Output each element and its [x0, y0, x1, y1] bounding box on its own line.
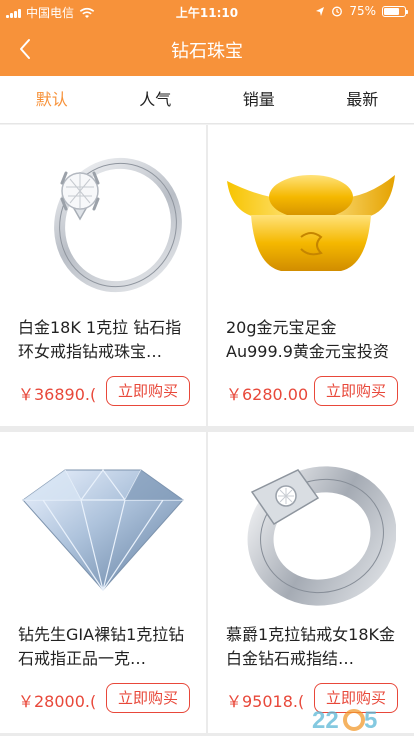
buy-now-button[interactable]: 立即购买: [314, 376, 398, 406]
product-card[interactable]: 白金18K 1克拉 钻石指环女戒指钻戒珠宝… ￥36890.( 立即购买: [0, 125, 206, 426]
product-name: 慕爵1克拉钻戒女18K金白金钻石戒指结…: [226, 624, 396, 668]
tab-popularity[interactable]: 人气: [104, 76, 208, 123]
alarm-icon: [332, 6, 343, 17]
page-title: 钻石珠宝: [171, 41, 243, 62]
nav-bar: 钻石珠宝: [0, 22, 414, 76]
svg-text:5: 5: [364, 707, 377, 734]
status-bar: 中国电信 上午11:10 75%: [0, 0, 414, 22]
men-ring-icon: [247, 465, 396, 606]
battery-icon: [382, 5, 408, 17]
product-image[interactable]: [208, 432, 414, 618]
product-name: 20g金元宝足金Au999.9黄金元宝投资黄金: [226, 318, 389, 361]
app: 中国电信 上午11:10 75% 钻石珠宝 默认 人气 销量 最新 白金18K …: [0, 0, 414, 736]
product-price: ￥36890.(: [18, 385, 97, 404]
location-arrow-icon: [316, 6, 325, 16]
loose-diamond-icon: [22, 468, 184, 591]
top-bar: 中国电信 上午11:10 75% 钻石珠宝: [0, 0, 414, 76]
product-image[interactable]: [208, 125, 414, 311]
product-image[interactable]: [0, 432, 206, 618]
svg-text:22: 22: [312, 707, 339, 734]
product-card[interactable]: 20g金元宝足金Au999.9黄金元宝投资黄金 ￥6280.00 立即购买: [208, 125, 414, 426]
watermark-logo-icon: 22 5: [312, 707, 377, 734]
buy-now-button[interactable]: 立即购买: [106, 376, 190, 406]
product-name: 白金18K 1克拉 钻石指环女戒指钻戒珠宝…: [18, 318, 182, 361]
battery-percent: 75%: [349, 4, 376, 18]
buy-now-button[interactable]: 立即购买: [106, 682, 190, 713]
product-card[interactable]: 慕爵1克拉钻戒女18K金白金钻石戒指结… ￥95018.( 立即购买: [208, 431, 414, 733]
diamond-ring-icon: [54, 157, 182, 293]
tab-default[interactable]: 默认: [0, 76, 104, 123]
product-price: ￥28000.(: [18, 691, 97, 711]
product-image[interactable]: [0, 125, 206, 311]
gold-ingot-icon: [227, 175, 395, 271]
tab-newest[interactable]: 最新: [311, 76, 414, 123]
sort-tabs: 默认 人气 销量 最新: [0, 76, 414, 124]
product-price: ￥6280.00: [226, 385, 309, 404]
product-name: 钻先生GIA裸钻1克拉钻石戒指正品一克…: [18, 624, 185, 668]
product-card[interactable]: 钻先生GIA裸钻1克拉钻石戒指正品一克… ￥28000.( 立即购买: [0, 431, 206, 733]
product-price: ￥95018.(: [226, 691, 305, 711]
product-grid: 白金18K 1克拉 钻石指环女戒指钻戒珠宝… ￥36890.( 立即购买 20g…: [0, 125, 414, 736]
tab-sales[interactable]: 销量: [207, 76, 311, 123]
